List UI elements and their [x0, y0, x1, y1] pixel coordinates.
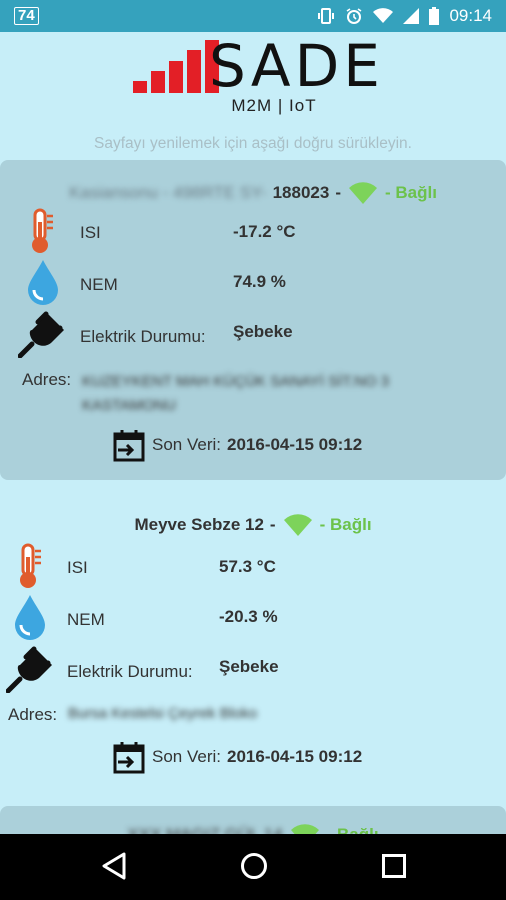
- device-header: Meyve Sebze 12 - - Bağlı: [0, 514, 506, 536]
- logo-wordmark: SADE: [209, 32, 384, 100]
- separator: -: [335, 183, 341, 202]
- sade-logo: SADE M2M | IoT: [133, 34, 380, 118]
- connection-status: - Bağlı: [319, 515, 372, 534]
- humidity-value: 74.9 %: [233, 272, 286, 291]
- navigation-bar: [0, 834, 506, 900]
- temperature-value: 57.3 °C: [219, 557, 276, 576]
- logo-subtitle: M2M | IoT: [231, 96, 317, 115]
- temperature-value: -17.2 °C: [233, 222, 296, 241]
- device-name: Kasiansonu - 498RTE SY-: [69, 183, 267, 202]
- water-drop-icon: [28, 260, 58, 305]
- device-card[interactable]: Meyve Sebze 12 - - Bağlı ISI 57.3 °C NEM…: [0, 497, 506, 797]
- device-card[interactable]: Kasiansonu - 498RTE SY- 188023 - - Bağlı…: [0, 160, 506, 480]
- recents-icon[interactable]: [381, 852, 407, 880]
- thermometer-icon: [32, 208, 53, 253]
- address-label: Adres:: [22, 370, 72, 389]
- signal-icon: [403, 8, 420, 24]
- device-header: Kasiansonu - 498RTE SY- 188023 - - Bağlı: [0, 182, 506, 204]
- status-bar: 74 09:14: [0, 0, 506, 32]
- separator: -: [269, 515, 276, 534]
- home-icon[interactable]: [240, 852, 268, 880]
- device-id: 188023: [272, 183, 330, 202]
- humidity-value: -20.3 %: [219, 607, 278, 626]
- last-data: Son Veri: 2016-04-15 09:12: [112, 428, 362, 462]
- battery-icon: [429, 7, 440, 25]
- power-plug-icon: [6, 646, 52, 693]
- power-plug-icon: [18, 311, 64, 358]
- logo-signal-bars: [133, 38, 219, 93]
- notification-badge: 74: [14, 7, 39, 25]
- wifi-icon: [373, 8, 394, 23]
- address-label: Adres:: [8, 705, 58, 724]
- wifi-connected-icon: [348, 182, 377, 204]
- device-name: Meyve Sebze 12: [134, 515, 264, 534]
- temperature-label: ISI: [67, 558, 88, 577]
- power-status-value: Şebeke: [233, 322, 293, 341]
- thermometer-icon: [20, 543, 41, 588]
- calendar-enter-icon: [113, 430, 145, 462]
- address-value: KUZEYKENT MAH KÜÇÜK SANAYİ SİT.NO 3 KAST…: [82, 373, 390, 414]
- last-data-label: Son Veri:: [152, 435, 221, 454]
- pull-to-refresh-hint: Sayfayı yenilemek için aşağı doğru sürük…: [94, 135, 412, 152]
- calendar-enter-icon: [113, 742, 145, 774]
- humidity-label: NEM: [80, 275, 118, 294]
- last-data-value: 2016-04-15 09:12: [227, 435, 363, 454]
- alarm-icon: [347, 8, 362, 24]
- clock: 09:14: [449, 6, 492, 25]
- power-status-value: Şebeke: [219, 657, 279, 676]
- last-data-value: 2016-04-15 09:12: [227, 747, 363, 766]
- humidity-label: NEM: [67, 610, 105, 629]
- last-data: Son Veri: 2016-04-15 09:12: [112, 740, 362, 774]
- vibrate-icon: [318, 8, 335, 24]
- power-status-label: Elektrik Durumu:: [80, 327, 206, 346]
- water-drop-icon: [15, 595, 45, 640]
- last-data-label: Son Veri:: [152, 747, 221, 766]
- power-status-label: Elektrik Durumu:: [67, 662, 193, 681]
- address-value: Bursa Kestelsi Çeyrek Bloko: [68, 705, 258, 722]
- temperature-label: ISI: [80, 223, 101, 242]
- connection-status: - Bağlı: [384, 183, 437, 202]
- wifi-connected-icon: [283, 514, 312, 536]
- back-icon[interactable]: [101, 852, 127, 880]
